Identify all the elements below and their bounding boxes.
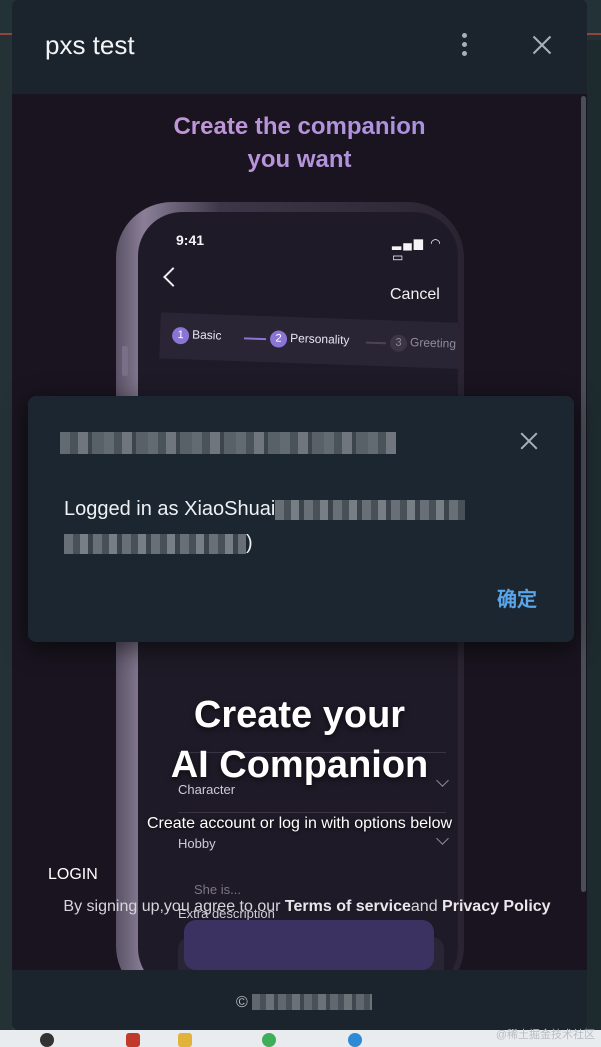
legal-notice: By signing up,you agree to our Terms of … (63, 898, 551, 915)
promo-headline: Create the companion you want (12, 110, 587, 176)
taskbar-app-icon[interactable] (40, 1033, 54, 1047)
phone-step-connector (365, 341, 386, 345)
phone-step-personality: 2 Personality (269, 330, 350, 350)
dialog-message: Logged in as XiaoShuai ) (64, 492, 524, 560)
redacted-email (275, 499, 466, 520)
phone-field-divider (178, 812, 446, 813)
promo-headline-line2: you want (247, 146, 352, 173)
close-window-icon[interactable] (530, 33, 554, 57)
footer-copyright-symbol: © (236, 994, 248, 1011)
taskbar-app-icon[interactable] (126, 1033, 140, 1047)
phone-field-hobby: Hobby (178, 836, 216, 851)
login-button[interactable]: LOGIN (48, 866, 98, 884)
phone-next-button (184, 920, 434, 970)
privacy-policy-link[interactable]: Privacy Policy (442, 898, 551, 915)
terms-of-service-link[interactable]: Terms of service (285, 898, 411, 915)
taskbar-app-icon[interactable] (178, 1033, 192, 1047)
hero-title-line2: AI Companion (170, 744, 429, 786)
content-scrollbar[interactable] (581, 96, 586, 892)
window-header: pxs test (12, 0, 587, 94)
hero-subtitle: Create account or log in with options be… (146, 815, 453, 832)
phone-status-icons: ▂▄▆ ◠ ▭ (392, 236, 443, 264)
phone-back-icon (163, 267, 183, 287)
phone-side-button (122, 346, 128, 376)
more-options-icon[interactable] (457, 33, 471, 61)
phone-stepper: 1 Basic 2 Personality 3 Greeting (159, 312, 458, 370)
watermark: @稀土掘金技术社区 (495, 1029, 595, 1041)
dialog-title-redacted (60, 432, 396, 454)
phone-step-greeting: 3 Greeting (389, 334, 456, 353)
dialog-message-suffix: ) (246, 532, 253, 554)
login-info-dialog: Logged in as XiaoShuai ) 确定 (28, 396, 574, 642)
phone-cancel-label: Cancel (390, 286, 440, 303)
background-left-panel (0, 40, 12, 1030)
window-title: pxs test (45, 30, 135, 60)
hero-title-line1: Create your (193, 694, 406, 736)
phone-step-basic: 1 Basic (171, 326, 222, 346)
phone-placeholder: She is... (194, 882, 241, 897)
chevron-down-icon (436, 832, 449, 845)
phone-step-connector (244, 337, 267, 341)
phone-clock: 9:41 (176, 232, 205, 248)
taskbar-app-icon[interactable] (348, 1033, 362, 1047)
redacted-id (64, 533, 246, 554)
taskbar-app-icon[interactable] (262, 1033, 276, 1047)
hero-title: Create your AI Companion (12, 690, 587, 790)
footer-redacted-text (252, 994, 372, 1010)
background-right-panel (587, 40, 601, 1030)
window-footer: © (12, 970, 587, 1030)
dialog-close-icon[interactable] (518, 430, 540, 452)
confirm-button[interactable]: 确定 (497, 583, 537, 612)
dialog-message-text: Logged in as XiaoShuai (64, 498, 276, 520)
promo-headline-line1: Create the companion (173, 113, 426, 140)
